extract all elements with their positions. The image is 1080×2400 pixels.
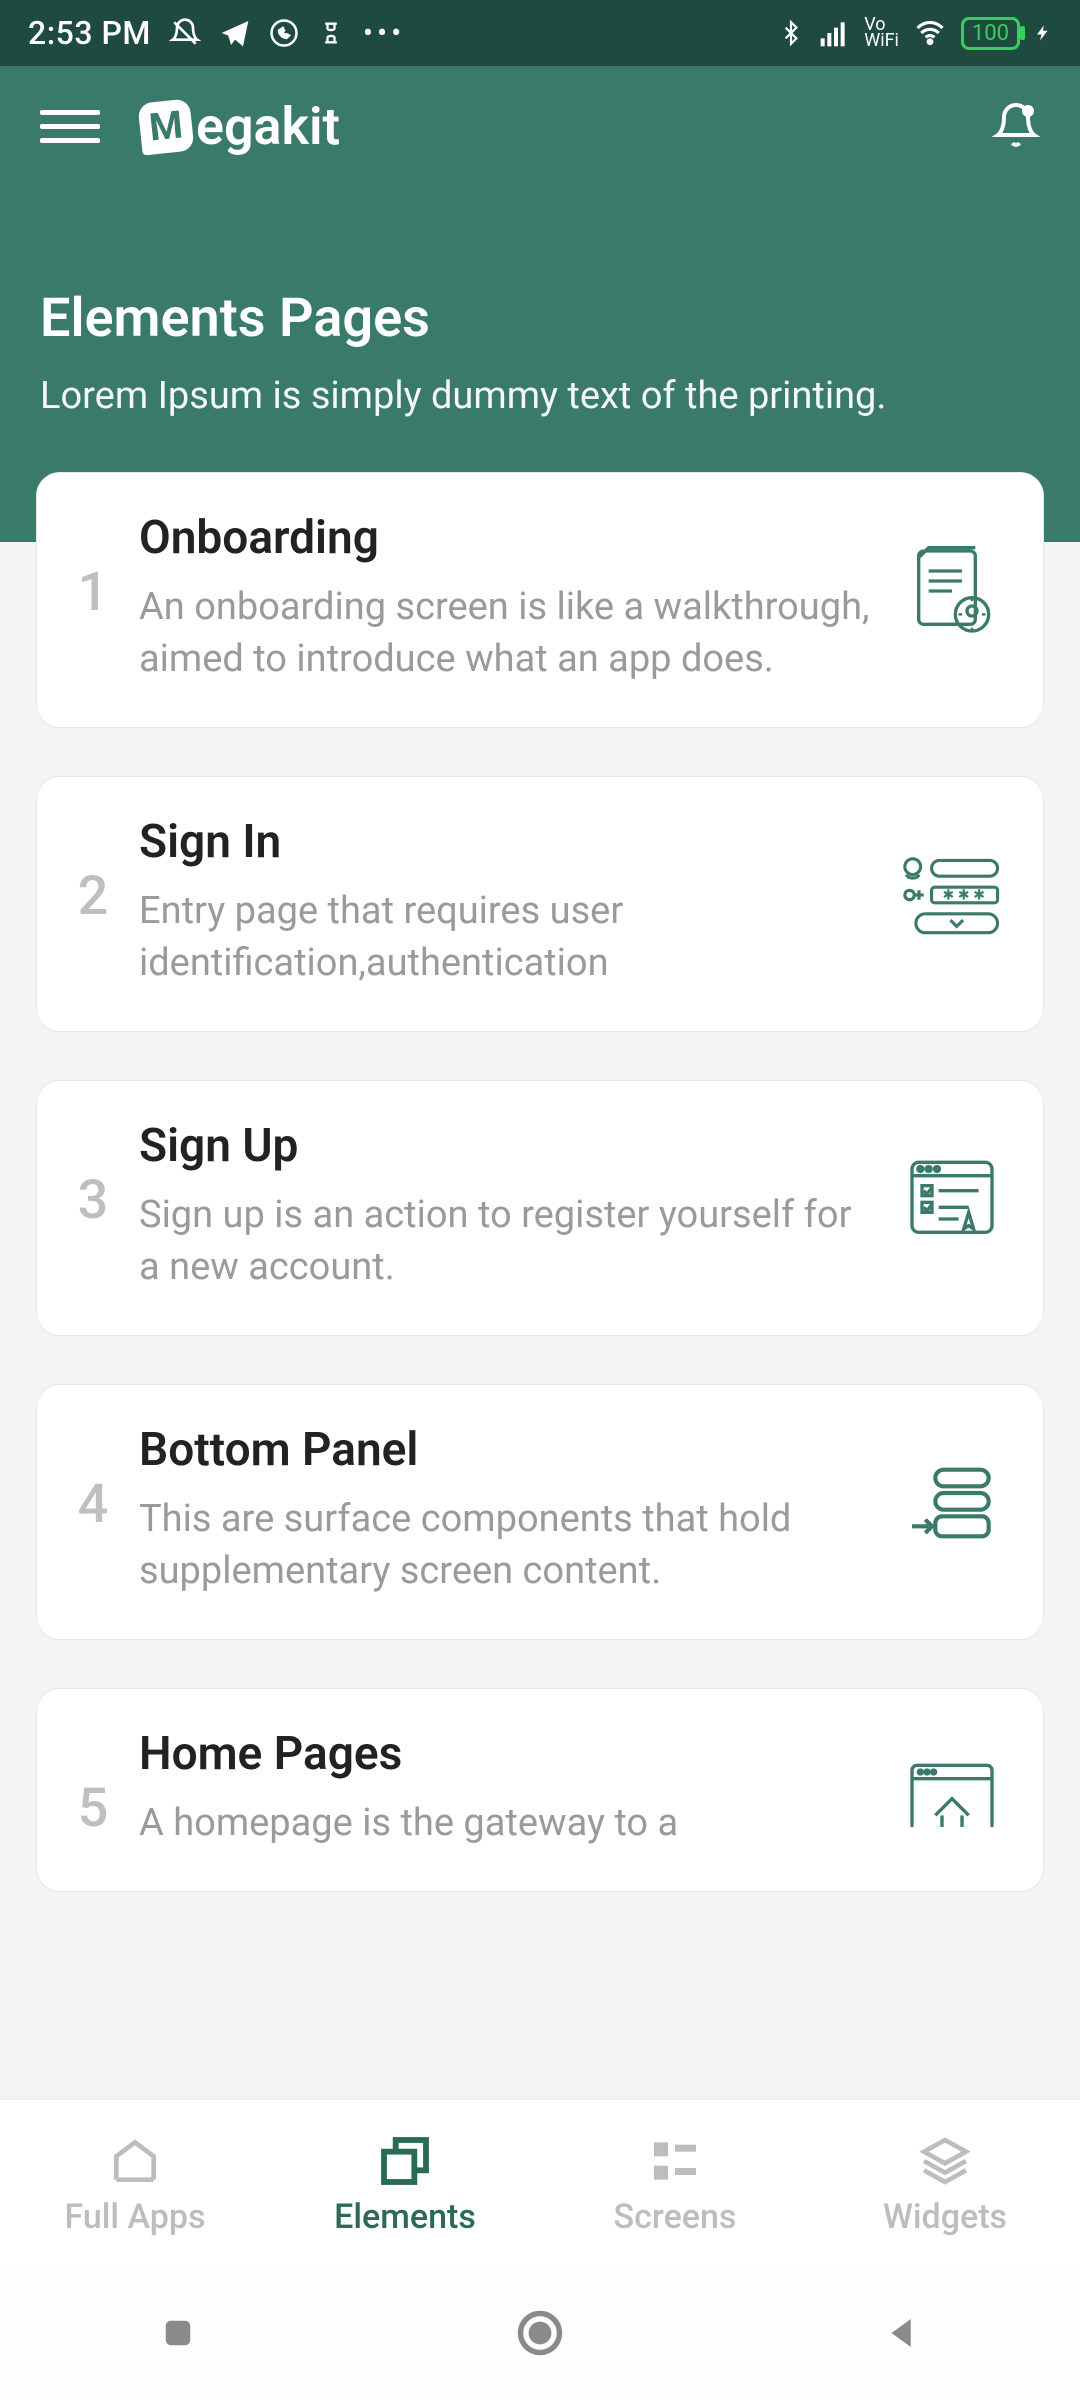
bottom-tab-bar: Full Apps Elements Screens Widgets [0,2100,1080,2270]
wifi-icon [913,18,947,48]
elements-list: 1 Onboarding An onboarding screen is lik… [0,472,1080,2100]
item-title: Sign Up [139,1119,871,1173]
signal-icon [818,17,850,49]
tab-full-apps[interactable]: Full Apps [0,2100,270,2270]
menu-button[interactable] [40,110,100,143]
item-desc: Entry page that requires user identifica… [139,885,871,989]
battery-icon: 100 [961,17,1020,50]
dnd-icon [169,17,201,49]
item-title: Home Pages [139,1727,871,1781]
tab-label: Full Apps [64,2197,205,2237]
topbar: M egakit [0,66,1080,167]
clock: 2:53 PM [28,14,151,52]
status-left: 2:53 PM ••• [28,14,405,52]
item-number: 1 [73,511,113,624]
telegram-icon [219,17,251,49]
item-desc: Sign up is an action to register yoursel… [139,1189,871,1293]
svg-text:✱ ✱ ✱: ✱ ✱ ✱ [943,888,986,904]
item-title: Sign In [139,815,871,869]
onboarding-icon [897,511,1007,641]
notifications-button[interactable] [992,101,1040,153]
page-title: Elements Pages [40,287,1040,350]
tab-label: Screens [614,2197,737,2237]
item-desc: This are surface components that hold su… [139,1493,871,1597]
item-desc: An onboarding screen is like a walkthrou… [139,581,871,685]
app-icon [317,19,345,47]
item-title: Onboarding [139,511,871,565]
recent-apps-button[interactable] [157,2312,199,2358]
list-item-signup[interactable]: 3 Sign Up Sign up is an action to regist… [36,1080,1044,1336]
list-item-onboarding[interactable]: 1 Onboarding An onboarding screen is lik… [36,472,1044,728]
bottom-panel-icon [897,1423,1007,1553]
item-number: 2 [73,815,113,928]
list-item-bottom-panel[interactable]: 4 Bottom Panel This are surface componen… [36,1384,1044,1640]
tab-label: Elements [334,2197,476,2237]
item-title: Bottom Panel [139,1423,871,1477]
app-logo: M egakit [140,96,340,157]
tab-widgets[interactable]: Widgets [810,2100,1080,2270]
page-subtitle: Lorem Ipsum is simply dummy text of the … [40,370,1040,422]
charging-icon [1034,18,1052,48]
whatsapp-icon [269,18,299,48]
tab-label: Widgets [883,2197,1007,2237]
more-icon: ••• [363,16,405,51]
tab-elements[interactable]: Elements [270,2100,540,2270]
item-desc: A homepage is the gateway to a [139,1797,871,1849]
battery-level: 100 [972,21,1009,46]
logo-badge: M [137,98,194,155]
vowifi-icon: VoWiFi [864,17,899,49]
signup-icon [897,1119,1007,1249]
logo-text: egakit [196,96,340,157]
item-number: 3 [73,1119,113,1232]
signin-icon: ✱ ✱ ✱ [897,815,1007,945]
status-bar: 2:53 PM ••• VoWiFi 100 [0,0,1080,66]
item-number: 5 [73,1727,113,1840]
list-item-signin[interactable]: 2 Sign In Entry page that requires user … [36,776,1044,1032]
home-pages-icon [897,1727,1007,1827]
bluetooth-icon [778,17,804,49]
system-nav-bar [0,2270,1080,2400]
list-item-home-pages[interactable]: 5 Home Pages A homepage is the gateway t… [36,1688,1044,1892]
status-right: VoWiFi 100 [778,17,1052,50]
item-number: 4 [73,1423,113,1536]
tab-screens[interactable]: Screens [540,2100,810,2270]
home-button[interactable] [514,2307,566,2363]
back-button[interactable] [881,2312,923,2358]
app-header: M egakit Elements Pages Lorem Ipsum is s… [0,66,1080,542]
